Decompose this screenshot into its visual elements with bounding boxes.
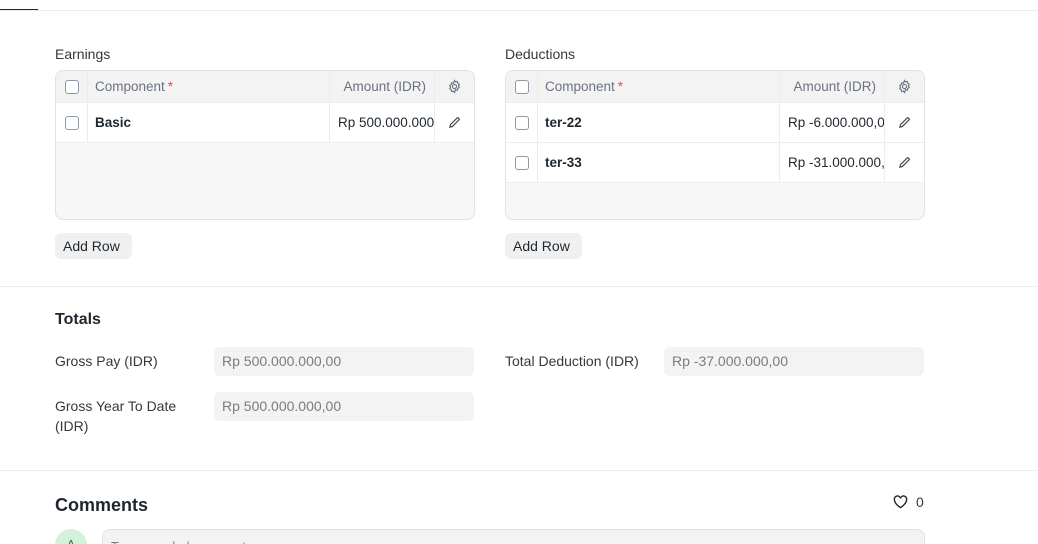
comments-heading: Comments: [55, 495, 149, 515]
heart-icon: [893, 495, 908, 509]
gross-pay-label: Gross Pay (IDR): [55, 353, 158, 369]
pencil-icon[interactable]: [898, 116, 911, 129]
comment-input[interactable]: Type a reply / comment: [102, 529, 925, 544]
deductions-table: Component * Amount (IDR) ter-22 Rp -6.00…: [505, 70, 925, 220]
amount-cell[interactable]: Rp -6.000.000,00: [780, 103, 885, 142]
component-column-header: Component: [95, 79, 165, 94]
earnings-section: Earnings Component * Amount (IDR) Basic …: [55, 44, 475, 220]
table-row[interactable]: ter-33 Rp -31.000.000,00: [506, 143, 924, 183]
gross-pay-field[interactable]: Rp 500.000.000,00: [214, 347, 474, 376]
gross-ytd-label: Gross Year To Date (IDR): [55, 396, 176, 436]
gear-icon[interactable]: [447, 79, 462, 94]
select-all-checkbox[interactable]: [64, 79, 79, 94]
pencil-icon[interactable]: [898, 156, 911, 169]
required-mark: *: [617, 79, 624, 94]
section-divider: [0, 470, 1038, 471]
totals-heading: Totals: [55, 311, 101, 328]
gear-icon[interactable]: [897, 79, 912, 94]
amount-cell[interactable]: Rp 500.000.000,00: [330, 103, 435, 142]
component-cell[interactable]: ter-33: [538, 143, 780, 182]
total-deduction-field[interactable]: Rp -37.000.000,00: [664, 347, 924, 376]
like-count: 0: [916, 494, 924, 510]
row-checkbox[interactable]: [514, 115, 529, 130]
pencil-icon[interactable]: [448, 116, 461, 129]
select-all-checkbox[interactable]: [514, 79, 529, 94]
top-divider: [0, 10, 1038, 11]
deductions-add-row-button[interactable]: Add Row: [505, 233, 582, 259]
gross-ytd-label-line2: (IDR): [55, 418, 89, 434]
component-column-header: Component: [545, 79, 615, 94]
like-button[interactable]: 0: [893, 494, 924, 510]
row-checkbox[interactable]: [514, 155, 529, 170]
amount-column-header: Amount (IDR): [330, 71, 435, 102]
deductions-label: Deductions: [505, 46, 576, 62]
earnings-add-row-button[interactable]: Add Row: [55, 233, 132, 259]
component-cell[interactable]: Basic: [88, 103, 330, 142]
required-mark: *: [167, 79, 174, 94]
section-divider: [0, 286, 1038, 287]
amount-cell[interactable]: Rp -31.000.000,00: [780, 143, 885, 182]
earnings-table: Component * Amount (IDR) Basic Rp 500.00…: [55, 70, 475, 220]
deductions-section: Deductions Component * Amount (IDR) ter-…: [505, 44, 925, 220]
earnings-label: Earnings: [55, 46, 111, 62]
component-cell[interactable]: ter-22: [538, 103, 780, 142]
table-row[interactable]: ter-22 Rp -6.000.000,00: [506, 103, 924, 143]
earnings-table-header: Component * Amount (IDR): [56, 71, 474, 103]
table-row[interactable]: Basic Rp 500.000.000,00: [56, 103, 474, 143]
amount-column-header: Amount (IDR): [780, 71, 885, 102]
deductions-table-header: Component * Amount (IDR): [506, 71, 924, 103]
row-checkbox[interactable]: [64, 115, 79, 130]
total-deduction-label: Total Deduction (IDR): [505, 353, 639, 369]
gross-ytd-label-line1: Gross Year To Date: [55, 398, 177, 414]
gross-ytd-field[interactable]: Rp 500.000.000,00: [214, 392, 474, 421]
avatar: A: [55, 529, 87, 544]
